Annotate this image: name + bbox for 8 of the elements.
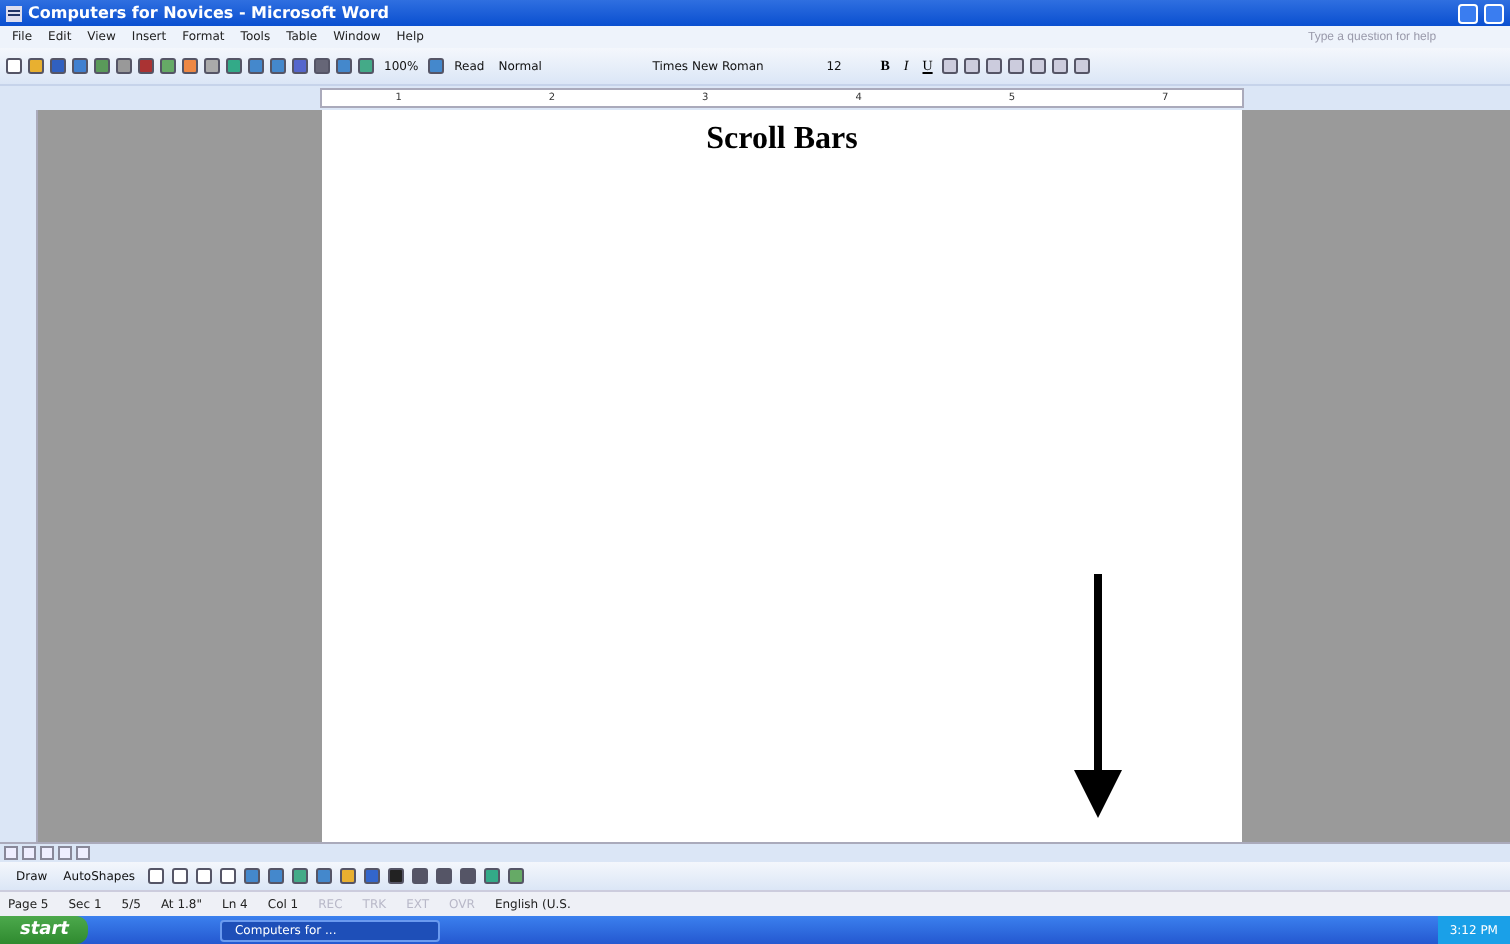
document-heading: Scroll Bars [706,122,858,158]
window-title: Computers for Novices - Microsoft Word [28,4,391,22]
toolbar-icon[interactable] [428,58,445,74]
minimize-button[interactable] [1458,3,1478,23]
horizontal-scrollbar[interactable] [0,842,1510,862]
start-button[interactable]: start [0,916,89,944]
word-app-icon [6,5,22,21]
restore-button[interactable] [1484,3,1504,23]
